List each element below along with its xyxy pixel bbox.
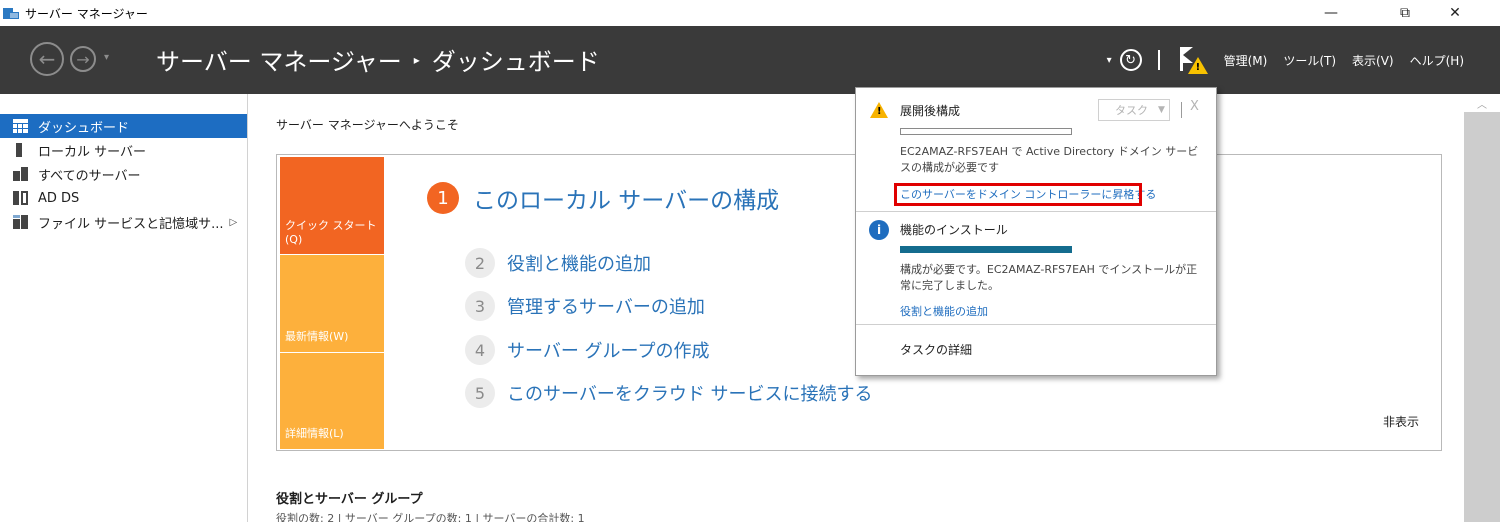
welcome-title: サーバー マネージャーへようこそ: [276, 118, 459, 132]
title-bar: サーバー マネージャー — ⧉ ✕: [0, 0, 1500, 26]
feature-install-progress-bar: [900, 246, 1072, 253]
step-configure-local-server[interactable]: 1 このローカル サーバーの構成: [427, 181, 779, 215]
sidebar-item-label: AD DS: [38, 190, 80, 206]
notification-title: 展開後構成: [900, 104, 961, 118]
restore-button[interactable]: ⧉: [1382, 0, 1428, 26]
sidebar: ダッシュボード ローカル サーバー すべてのサーバー AD DS ファイル サー…: [0, 94, 248, 522]
server-manager-app-icon: [3, 6, 19, 20]
vertical-scrollbar[interactable]: ︿: [1464, 94, 1500, 522]
history-dropdown-icon[interactable]: ▾: [104, 52, 109, 63]
back-button[interactable]: ←: [30, 42, 64, 76]
notifications-flag-icon[interactable]: !: [1176, 45, 1208, 75]
sidebar-item-label: ファイル サービスと記憶域サ...: [38, 216, 224, 232]
refresh-dropdown-icon[interactable]: ▾: [1107, 55, 1112, 66]
step-number: 5: [465, 378, 495, 408]
step-link[interactable]: 管理するサーバーの追加: [507, 293, 705, 319]
step-number: 3: [465, 291, 495, 321]
step-add-roles[interactable]: 2 役割と機能の追加: [465, 248, 651, 278]
breadcrumb-current: ダッシュボード: [431, 48, 600, 76]
breadcrumb-root[interactable]: サーバー マネージャー: [156, 42, 402, 77]
close-button[interactable]: ✕: [1432, 0, 1478, 26]
forward-button[interactable]: →: [70, 46, 96, 72]
tab-whats-new[interactable]: 最新情報(W): [280, 255, 384, 352]
notification-close-button: X: [1190, 99, 1199, 114]
tab-learn-more[interactable]: 詳細情報(L): [280, 353, 384, 449]
add-roles-features-link[interactable]: 役割と機能の追加: [900, 303, 988, 319]
menu-manage[interactable]: 管理(M): [1224, 52, 1268, 69]
sidebar-item-file-services[interactable]: ファイル サービスと記憶域サ... ▷: [0, 210, 247, 234]
dashboard-icon: [13, 119, 28, 133]
sidebar-item-all-servers[interactable]: すべてのサーバー: [0, 162, 247, 186]
breadcrumb: サーバー マネージャー ▸ ダッシュボード: [156, 42, 600, 77]
task-dropdown: タスク ▼: [1098, 99, 1170, 121]
step-create-server-group[interactable]: 4 サーバー グループの作成: [465, 335, 709, 365]
step-link[interactable]: このサーバーをクラウド サービスに接続する: [507, 380, 873, 406]
server-icon: [13, 143, 28, 157]
sidebar-item-dashboard[interactable]: ダッシュボード: [0, 114, 247, 138]
sidebar-item-ad-ds[interactable]: AD DS: [0, 186, 247, 210]
notification-message: EC2AMAZ-RFS7EAH で Active Directory ドメイン …: [900, 145, 1199, 174]
task-details-link[interactable]: タスクの詳細: [900, 341, 972, 358]
expand-arrow-icon[interactable]: ▷: [230, 217, 238, 228]
sidebar-item-label: すべてのサーバー: [38, 168, 141, 184]
roles-summary: 役割の数: 2 | サーバー グループの数: 1 | サーバーの合計数: 1: [276, 512, 585, 522]
menu-view[interactable]: 表示(V): [1352, 52, 1394, 69]
info-icon: i: [869, 220, 889, 240]
breadcrumb-separator-icon: ▸: [413, 52, 420, 67]
notification-message: 構成が必要です。EC2AMAZ-RFS7EAH でインストールが正常に完了しまし…: [900, 263, 1198, 292]
notifications-popup: ! 展開後構成 タスク ▼ X EC2AMAZ-RFS7EAH で Active…: [855, 87, 1217, 376]
task-dropdown-label: タスク: [1115, 104, 1148, 117]
step-link[interactable]: 役割と機能の追加: [507, 250, 651, 276]
ad-ds-icon: [13, 191, 28, 205]
header-bar: ← → ▾ サーバー マネージャー ▸ ダッシュボード ▾ ↻ ! 管理(M) …: [0, 26, 1500, 94]
step-number: 1: [427, 182, 459, 214]
toolbar-divider: [1157, 50, 1160, 70]
highlight-box: [894, 183, 1142, 206]
refresh-icon[interactable]: ↻: [1119, 49, 1142, 71]
roles-section-title: 役割とサーバー グループ: [276, 492, 423, 507]
step-link[interactable]: このローカル サーバーの構成: [473, 181, 779, 215]
tab-quick-start[interactable]: クイック スタート(Q): [280, 157, 384, 254]
step-number: 2: [465, 248, 495, 278]
notification-post-deployment: ! 展開後構成 タスク ▼ X EC2AMAZ-RFS7EAH で Active…: [856, 88, 1216, 211]
sidebar-item-label: ローカル サーバー: [38, 144, 147, 160]
sidebar-item-local-server[interactable]: ローカル サーバー: [0, 138, 247, 162]
notification-title: 機能のインストール: [900, 223, 1008, 237]
menu-tools[interactable]: ツール(T): [1283, 52, 1336, 69]
step-link[interactable]: サーバー グループの作成: [507, 337, 709, 363]
post-deploy-progress-bar: [900, 128, 1072, 135]
scroll-up-icon[interactable]: ︿: [1464, 94, 1500, 112]
scrollbar-thumb[interactable]: [1464, 112, 1500, 522]
chevron-down-icon: ▼: [1158, 105, 1165, 115]
sidebar-item-label: ダッシュボード: [38, 120, 130, 136]
step-number: 4: [465, 335, 495, 365]
window-title: サーバー マネージャー: [25, 6, 148, 21]
file-services-icon: [13, 215, 28, 229]
header-tools: ▾ ↻ ! 管理(M) ツール(T) 表示(V) ヘルプ(H): [1107, 26, 1500, 94]
step-connect-cloud[interactable]: 5 このサーバーをクラウド サービスに接続する: [465, 378, 873, 408]
step-add-servers[interactable]: 3 管理するサーバーの追加: [465, 291, 705, 321]
menu-help[interactable]: ヘルプ(H): [1410, 52, 1464, 69]
minimize-button[interactable]: —: [1308, 0, 1354, 26]
hide-link[interactable]: 非表示: [1383, 413, 1419, 430]
servers-icon: [13, 167, 28, 181]
